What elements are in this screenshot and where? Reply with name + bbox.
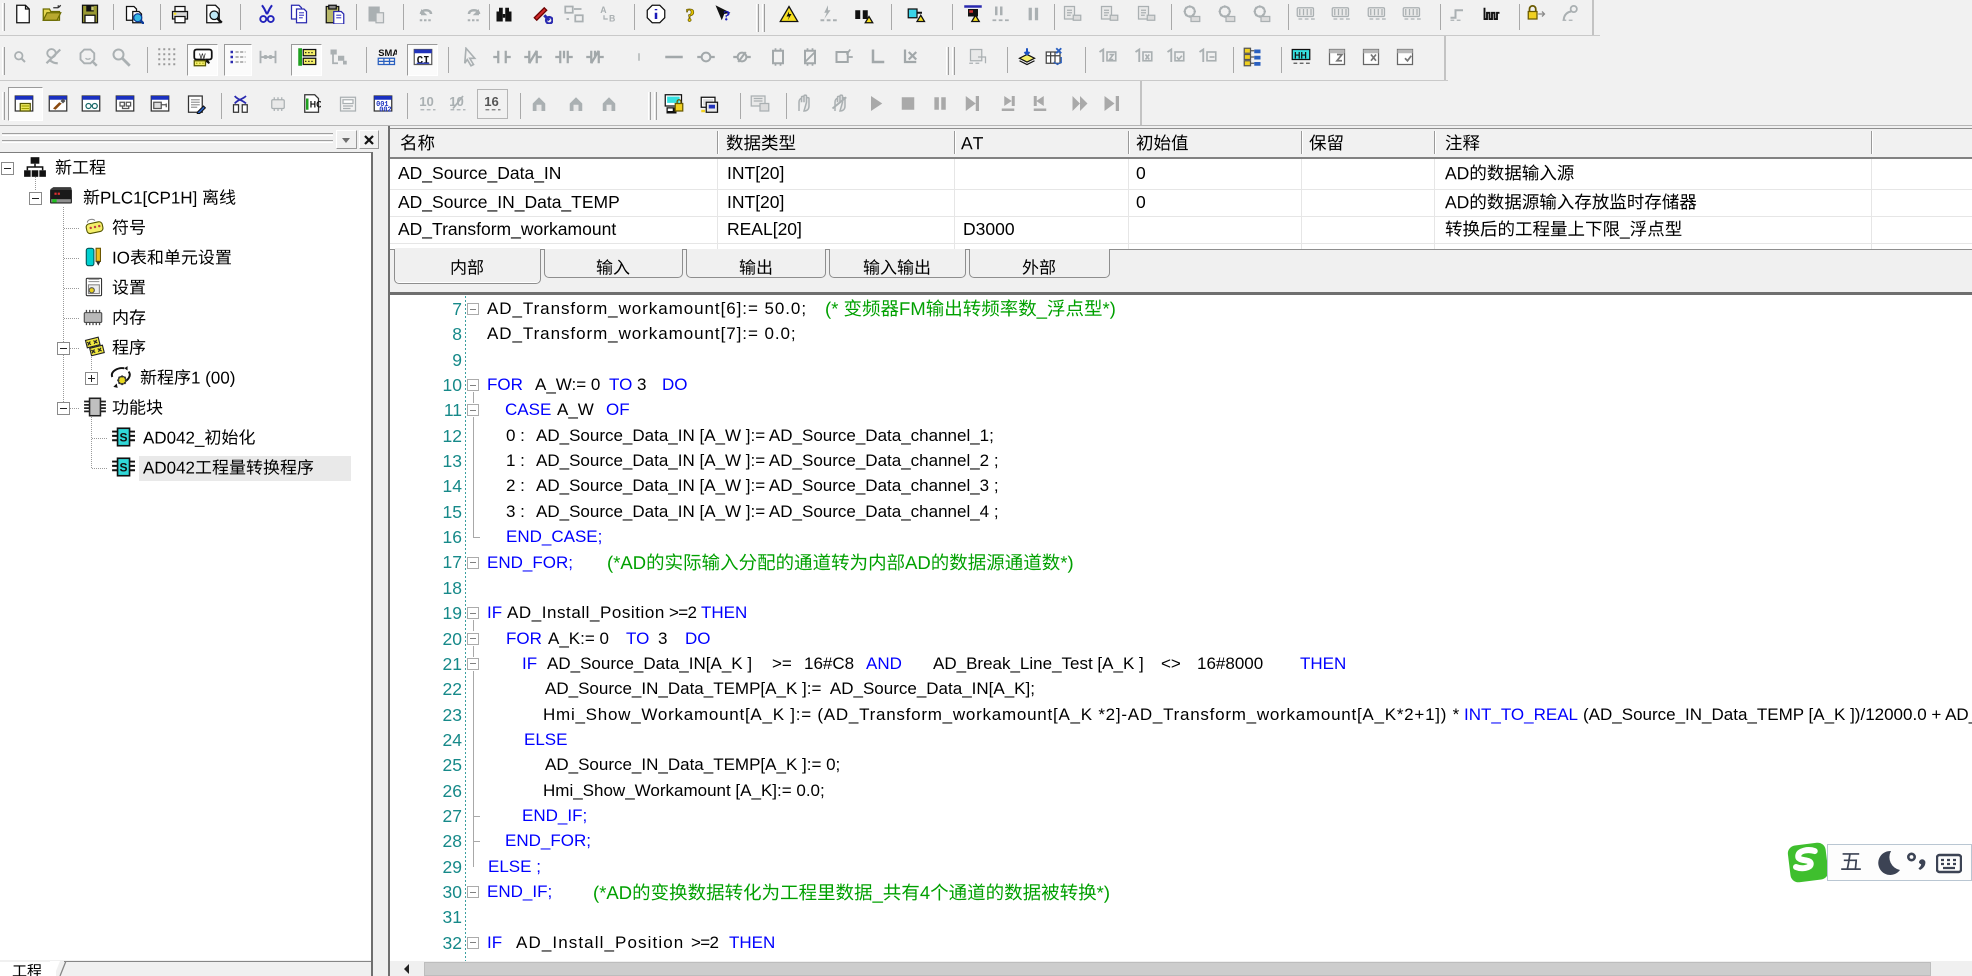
svg-text:S: S bbox=[120, 430, 128, 444]
svg-text:?: ? bbox=[723, 8, 731, 24]
svg-text:A: A bbox=[600, 5, 607, 15]
svg-text:10: 10 bbox=[449, 94, 464, 109]
svg-text:10: 10 bbox=[419, 94, 434, 109]
svg-text:SMA: SMA bbox=[378, 48, 397, 58]
svg-text:CI: CI bbox=[417, 55, 430, 67]
svg-text:002: 002 bbox=[379, 107, 391, 114]
svg-text:16: 16 bbox=[484, 94, 499, 109]
svg-text:w: w bbox=[198, 50, 206, 60]
svg-text:?: ? bbox=[686, 6, 695, 25]
svg-text:B: B bbox=[609, 14, 615, 24]
svg-text:HH: HH bbox=[1294, 50, 1307, 60]
svg-text:S: S bbox=[120, 460, 128, 474]
svg-text:HC: HC bbox=[310, 99, 321, 109]
